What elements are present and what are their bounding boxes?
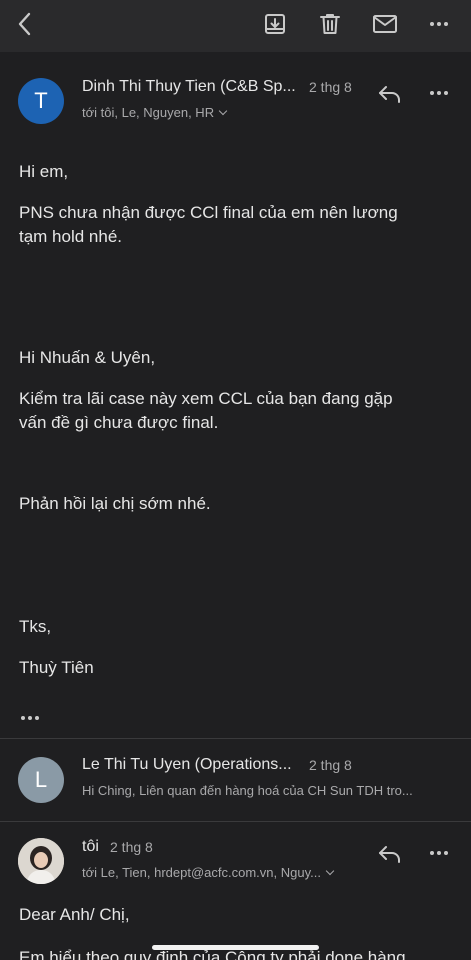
body-line: Hi em, [19, 162, 69, 181]
message-date: 2 thg 8 [309, 79, 352, 95]
body-line: Tks, [19, 617, 52, 636]
show-trimmed-content-icon[interactable] [16, 704, 44, 732]
archive-icon[interactable] [260, 9, 290, 39]
sender-name[interactable]: tôi [82, 838, 99, 856]
sender-name: Le Thi Tu Uyen (Operations... [82, 756, 292, 773]
recipients[interactable]: tới tôi, Le, Nguyen, HR [82, 105, 228, 120]
recipients[interactable]: tới Le, Tien, hrdept@acfc.com.vn, Nguy..… [82, 865, 335, 880]
reply-icon[interactable] [376, 80, 404, 108]
divider [0, 821, 471, 822]
message-snippet: Hi Ching, Liên quan đến hàng hoá của CH … [82, 783, 413, 798]
avatar[interactable]: T [18, 78, 64, 124]
trash-icon[interactable] [315, 9, 345, 39]
message-date: 2 thg 8 [309, 757, 352, 773]
more-options-icon[interactable] [425, 79, 453, 107]
reply-icon[interactable] [376, 840, 404, 868]
body-line: Thuỳ Tiên [19, 658, 94, 677]
sender-name[interactable]: Dinh Thi Thuy Tien (C&B Sp... [82, 78, 296, 96]
body-line: vấn đề gì chưa được final. [19, 413, 219, 432]
avatar[interactable]: L [18, 757, 64, 803]
recipients-text: tới Le, Tien, hrdept@acfc.com.vn, Nguy..… [82, 865, 321, 880]
envelope-icon[interactable] [370, 9, 400, 39]
divider [0, 738, 471, 739]
chevron-down-icon [325, 866, 335, 876]
chevron-left-icon[interactable] [10, 9, 40, 39]
more-options-icon[interactable] [425, 839, 453, 867]
home-indicator[interactable] [152, 945, 319, 950]
body-line: Phản hồi lại chị sớm nhé. [19, 494, 211, 513]
body-line: Dear Anh/ Chị, [19, 905, 130, 924]
toolbar [0, 0, 471, 52]
body-line: Hi Nhuấn & Uyên, [19, 348, 156, 367]
body-line: tạm hold nhé. [19, 227, 123, 246]
chevron-down-icon [218, 106, 228, 116]
body-line: Kiểm tra lãi case này xem CCL của bạn đa… [19, 389, 393, 408]
recipients-text: tới tôi, Le, Nguyen, HR [82, 105, 215, 120]
message-date: 2 thg 8 [110, 839, 153, 855]
avatar-photo[interactable] [18, 838, 64, 884]
body-line: PNS chưa nhận được CCl final của em nên … [19, 203, 398, 222]
more-horizontal-icon[interactable] [424, 9, 454, 39]
